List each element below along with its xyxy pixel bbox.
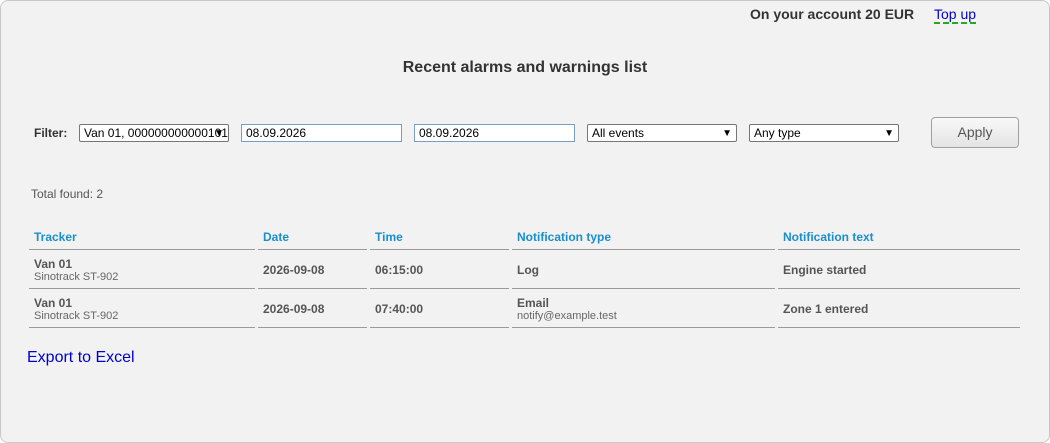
row-device-name: Sinotrack ST-902 (34, 271, 119, 283)
header-tracker[interactable]: Tracker (34, 230, 77, 244)
main-panel: On your account 20 EUR Top up Recent ala… (0, 0, 1050, 443)
row-divider (778, 288, 1020, 289)
row-notification-type: Email (517, 296, 550, 310)
chevron-down-icon: ▼ (722, 128, 732, 139)
row-divider (512, 327, 775, 328)
row-divider (29, 327, 255, 328)
row-divider (512, 288, 775, 289)
row-device-name: Sinotrack ST-902 (34, 310, 119, 322)
row-notification-type: Log (517, 263, 539, 277)
row-date: 2026-09-08 (263, 263, 325, 277)
row-time: 07:40:00 (375, 302, 424, 316)
row-divider (258, 288, 367, 289)
row-time: 06:15:00 (375, 263, 424, 277)
header-notification-text[interactable]: Notification text (783, 230, 874, 244)
events-select[interactable]: All events ▼ (587, 124, 737, 142)
row-divider (258, 327, 367, 328)
apply-button[interactable]: Apply (931, 117, 1019, 148)
row-divider (29, 288, 255, 289)
header-notification-type[interactable]: Notification type (517, 230, 611, 244)
tracker-select-value: Van 01, 000000000000101 (84, 126, 228, 140)
row-notification-email: notify@example.test (517, 310, 617, 322)
row-divider (778, 327, 1020, 328)
row-tracker-name: Van 01 (34, 296, 73, 310)
account-balance: On your account 20 EUR (750, 6, 915, 22)
date-to-input[interactable]: 08.09.2026 (414, 124, 575, 142)
header-divider (778, 249, 1020, 250)
header-divider (29, 249, 255, 250)
row-date: 2026-09-08 (263, 302, 325, 316)
row-divider (370, 327, 509, 328)
tracker-select[interactable]: Van 01, 000000000000101 ▼ (79, 124, 229, 142)
header-date[interactable]: Date (263, 230, 289, 244)
chevron-down-icon: ▼ (884, 128, 894, 139)
row-notification-text: Zone 1 entered (783, 302, 869, 316)
total-found: Total found: 2 (31, 187, 104, 201)
row-notification-text: Engine started (783, 263, 867, 277)
type-select[interactable]: Any type ▼ (749, 124, 899, 142)
chevron-down-icon: ▼ (214, 128, 224, 139)
date-from-input[interactable]: 08.09.2026 (241, 124, 402, 142)
page-title: Recent alarms and warnings list (402, 59, 648, 76)
header-divider (512, 249, 775, 250)
type-select-value: Any type (754, 126, 801, 140)
header-divider (258, 249, 367, 250)
header-time[interactable]: Time (375, 230, 403, 244)
filter-label: Filter: (34, 126, 68, 140)
top-up-link[interactable]: Top up (934, 6, 977, 24)
events-select-value: All events (592, 126, 645, 140)
export-to-excel-link[interactable]: Export to Excel (27, 349, 135, 367)
row-divider (370, 288, 509, 289)
header-divider (370, 249, 509, 250)
row-tracker-name: Van 01 (34, 257, 73, 271)
